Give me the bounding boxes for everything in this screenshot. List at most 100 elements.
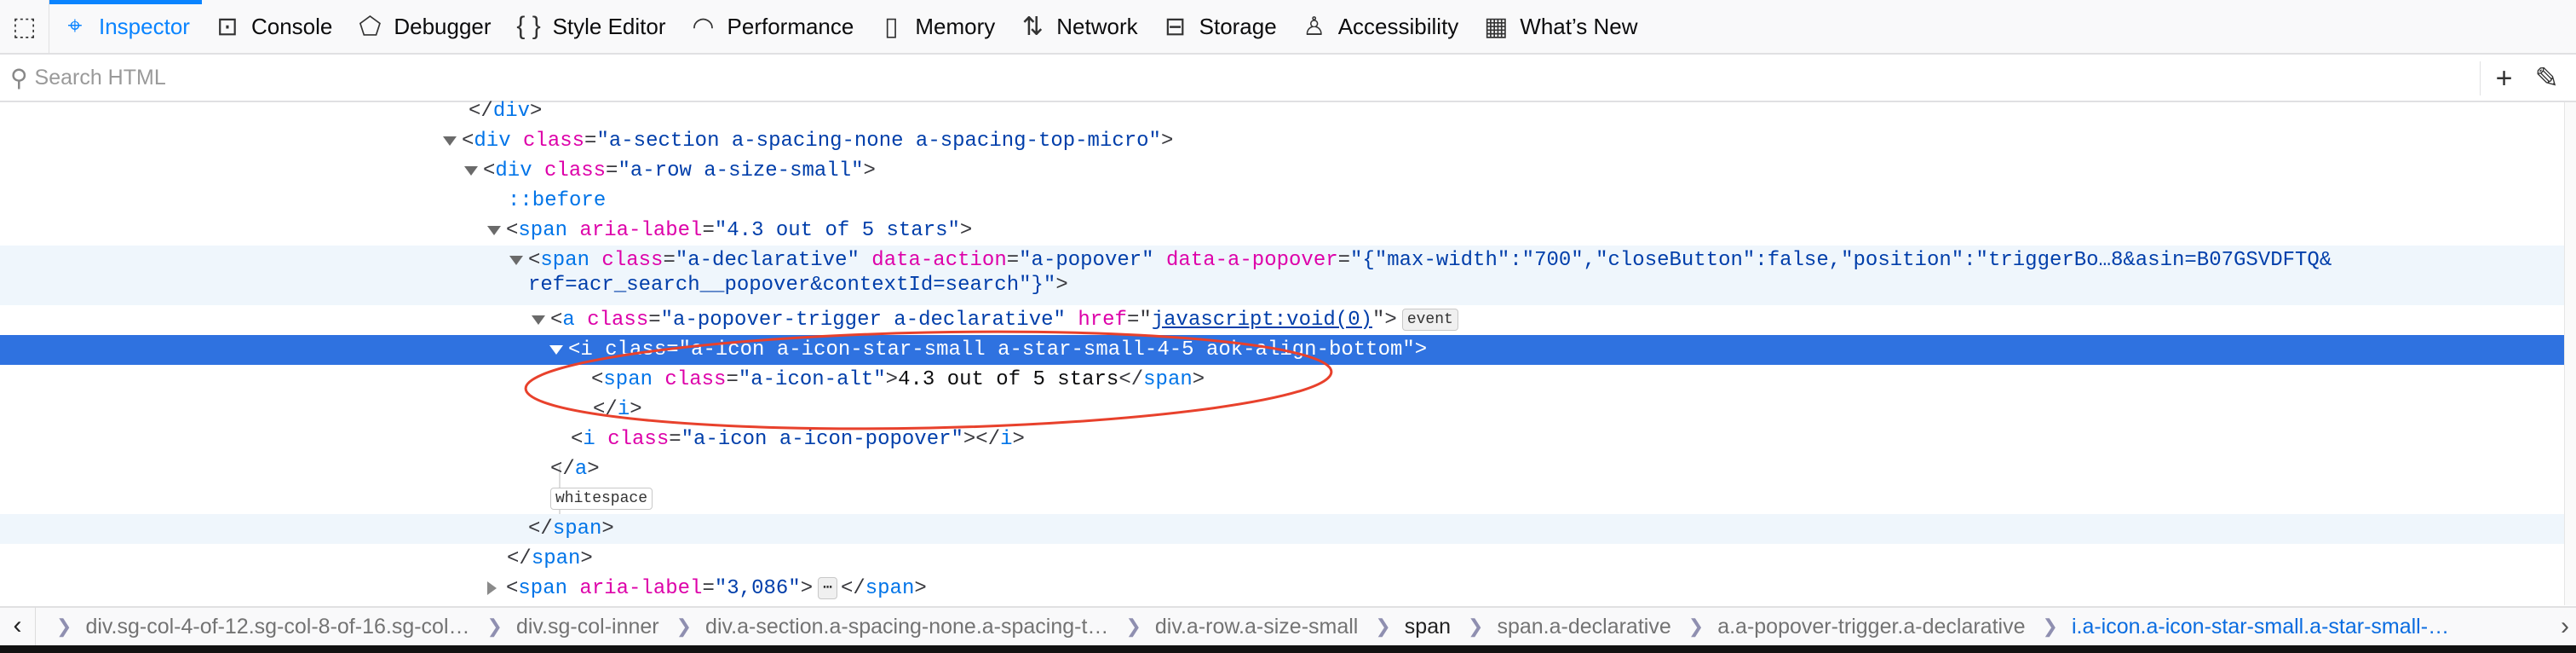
tab-network[interactable]: ⇅ Network — [1007, 0, 1149, 54]
event-badge[interactable]: event — [1401, 308, 1458, 331]
markup-token: ::before — [508, 189, 607, 212]
tab-console[interactable]: ⊡ Console — [202, 0, 344, 54]
markup-token: > — [630, 398, 642, 421]
tab-accessibility[interactable]: ♙ Accessibility — [1289, 0, 1471, 54]
markup-node-line[interactable]: <div class="a-row a-size-small"> — [0, 156, 2564, 186]
breadcrumb-item[interactable]: ❯ div.a-row.a-size-small — [1108, 615, 1358, 639]
expand-down-icon[interactable] — [532, 315, 545, 325]
markup-token: "a-icon a-icon-popover" — [681, 428, 963, 451]
breadcrumb-scroll-right-button[interactable]: › — [2561, 608, 2569, 645]
markup-node-line[interactable]: <a class="a-popover-trigger a-declarativ… — [0, 305, 2564, 335]
markup-node-line[interactable]: <span class="a-icon-alt">4.3 out of 5 st… — [0, 365, 2564, 395]
markup-token: span — [603, 368, 653, 391]
expand-down-icon[interactable] — [443, 136, 457, 146]
memory-icon: ▯ — [884, 12, 899, 41]
markup-token: span — [552, 517, 602, 540]
markup-token: div — [495, 159, 532, 182]
breadcrumb-item[interactable]: ❯ div.sg-col-4-of-12.sg-col-8-of-16.sg-co… — [39, 615, 470, 639]
tab-debugger[interactable]: ⬠ Debugger — [344, 0, 503, 54]
markup-scrollbar[interactable] — [2564, 102, 2576, 605]
markup-token — [575, 309, 587, 332]
markup-node-line[interactable]: <span aria-label="3,086"> ⋯ </span> — [0, 574, 2564, 604]
expand-down-icon[interactable] — [487, 226, 501, 235]
markup-token: "4.3 out of 5 stars" — [714, 219, 960, 242]
markup-token — [532, 159, 544, 182]
markup-token: </ — [1118, 368, 1144, 391]
markup-node-line[interactable]: </span> — [0, 544, 2564, 574]
tab-inspector[interactable]: ⌖ Inspector — [49, 0, 202, 54]
markup-token — [595, 428, 607, 451]
expand-down-icon[interactable] — [549, 345, 563, 355]
markup-token: span — [531, 547, 581, 570]
breadcrumb-item[interactable]: ❯ span — [1358, 615, 1451, 639]
breadcrumb-label: span — [1404, 614, 1452, 639]
markup-token: = — [648, 309, 661, 332]
tab-label: Debugger — [394, 13, 492, 39]
tab-memory[interactable]: ▯ Memory — [865, 0, 1007, 54]
tab-what-s-new[interactable]: ▦ What’s New — [1470, 0, 1649, 54]
markup-node: <div class="a-section a-spacing-none a-s… — [462, 126, 1173, 156]
breadcrumb-item[interactable]: ❯ i.a-icon.a-icon-star-small.a-star-small… — [2026, 615, 2450, 639]
markup-token: i — [1000, 428, 1013, 451]
markup-token: span — [540, 249, 590, 272]
breadcrumb-label: i.a-icon.a-icon-star-small.a-star-small-… — [2071, 614, 2450, 639]
breadcrumb-item[interactable]: ❯ div.sg-col-inner — [470, 615, 659, 639]
markup-node: <span aria-label="3,086"> ⋯ </span> — [506, 574, 927, 604]
markup-node-line[interactable]: <i class="a-icon a-icon-popover"></i> — [0, 425, 2564, 454]
expand-right-icon[interactable] — [487, 581, 497, 595]
markup-token: > — [914, 577, 927, 600]
markup-token: span — [518, 219, 568, 242]
markup-token: data-action — [871, 249, 1007, 272]
markup-node-line[interactable]: </a> — [0, 454, 2564, 484]
search-html-input[interactable] — [34, 65, 716, 90]
markup-node-line[interactable]: </i> — [0, 395, 2564, 425]
markup-token: = — [1337, 249, 1351, 272]
markup-node-line[interactable]: <div class="a-section a-spacing-none a-s… — [0, 126, 2564, 156]
markup-node-line[interactable]: ::before — [0, 186, 2564, 216]
gift-icon: ▦ — [1484, 12, 1509, 41]
breadcrumb-item[interactable]: ❯ div.a-section.a-spacing-none.a-spacing-… — [659, 615, 1109, 639]
markup-token — [511, 130, 523, 153]
markup-token: > — [1160, 130, 1174, 153]
breadcrumb-scroll-left-button[interactable]: ‹ — [0, 607, 36, 646]
markup-node-line[interactable]: </div> — [0, 96, 2564, 126]
breadcrumb-label: div.sg-col-inner — [515, 614, 659, 639]
tab-label: Network — [1056, 13, 1138, 39]
markup-view: </div> <div class="a-section a-spacing-no… — [0, 96, 2564, 606]
markup-token: > — [1414, 338, 1428, 361]
markup-node-line[interactable]: <span class="a-declarative" data-action=… — [0, 246, 2564, 305]
markup-node-line[interactable]: </span> — [0, 514, 2564, 544]
tab-performance[interactable]: ◠ Performance — [678, 0, 866, 54]
markup-token: "a-row a-size-small" — [618, 159, 864, 182]
markup-node-line[interactable]: <i class="a-icon a-icon-star-small a-sta… — [0, 335, 2564, 365]
markup-token: > — [601, 517, 614, 540]
expand-down-icon[interactable] — [509, 256, 523, 265]
search-icon: ⚲ — [10, 64, 28, 91]
element-picker-button[interactable]: ⬚ — [0, 0, 49, 54]
collapsed-children-button[interactable]: ⋯ — [818, 576, 837, 599]
markup-token: class — [664, 368, 727, 391]
network-icon: ⇅ — [1021, 12, 1044, 41]
tab-storage[interactable]: ⊟ Storage — [1150, 0, 1289, 54]
add-node-button[interactable]: + — [2496, 62, 2513, 95]
markup-token: > — [1192, 368, 1205, 391]
markup-token: < — [550, 309, 563, 332]
markup-token: " — [1139, 309, 1152, 332]
markup-node: whitespace — [550, 484, 653, 514]
expand-down-icon[interactable] — [464, 166, 478, 176]
eyedropper-icon[interactable]: ✎ — [2535, 61, 2560, 95]
breadcrumb-item[interactable]: ❯ span.a-declarative — [1451, 615, 1671, 639]
breadcrumb-item[interactable]: ❯ a.a-popover-trigger.a-declarative — [1671, 615, 2026, 639]
breadcrumb-label: div.a-row.a-size-small — [1154, 614, 1359, 639]
markup-token — [567, 219, 579, 242]
markup-node-line[interactable]: <span aria-label="4.3 out of 5 stars"> — [0, 216, 2564, 246]
markup-token: "> — [1372, 309, 1397, 332]
markup-node-line[interactable]: whitespace — [0, 484, 2564, 514]
tab-label: Inspector — [99, 13, 190, 39]
markup-token: > — [530, 100, 543, 123]
element-picker-icon: ⬚ — [12, 12, 37, 41]
tab-style-editor[interactable]: { } Style Editor — [503, 0, 678, 54]
markup-token: aria-label — [579, 219, 703, 242]
markup-token — [589, 249, 601, 272]
chevron-right-icon: ❯ — [1468, 615, 1484, 637]
